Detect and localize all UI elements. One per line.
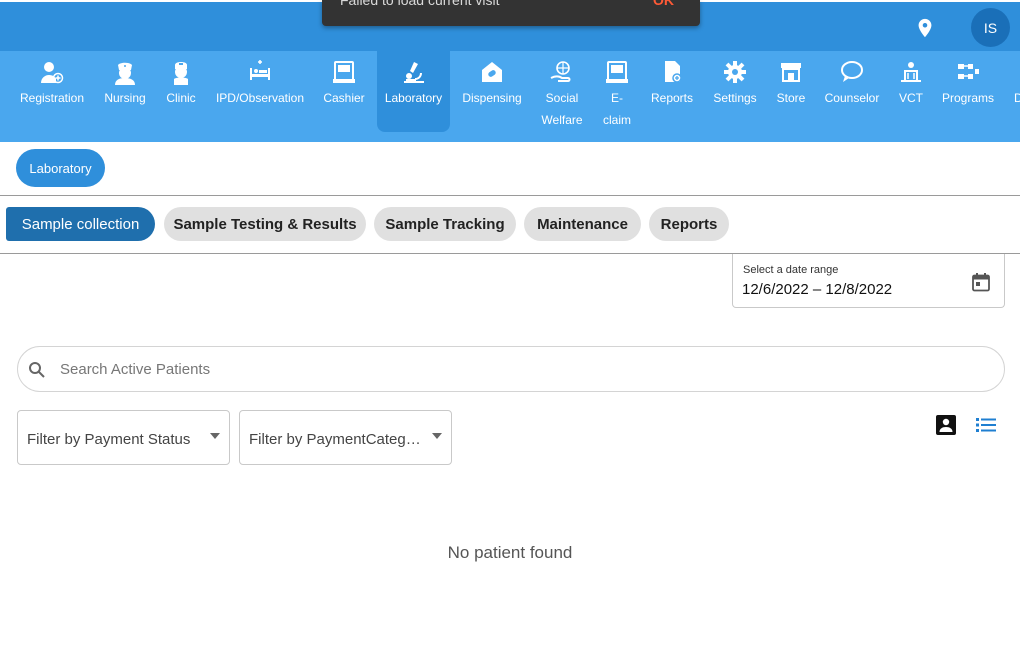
report-icon <box>665 61 682 83</box>
module-label: Dispensing <box>462 91 522 105</box>
module-label-line2: claim <box>602 113 631 127</box>
breadcrumb: Laboratory <box>0 142 1020 196</box>
module-cashier[interactable]: Cashier <box>318 51 370 132</box>
module-label: E- <box>611 91 623 105</box>
module-ipd-observation[interactable]: IPD/Observation <box>211 51 309 132</box>
date-range-picker[interactable]: Select a date range 12/6/2022 – 12/8/202… <box>732 254 1005 308</box>
cash-register-icon <box>333 61 355 83</box>
tab-sample-collection[interactable]: Sample collection <box>6 207 155 241</box>
gear-icon <box>724 61 746 83</box>
add-person-icon <box>41 62 64 84</box>
module-label: Cashier <box>323 91 365 105</box>
tab-reports[interactable]: Reports <box>649 207 729 241</box>
search-icon <box>29 362 45 378</box>
module-label: Clinic <box>166 91 196 105</box>
snackbar-ok-button[interactable]: OK <box>653 0 674 8</box>
module-label-line2: Welfare <box>541 113 583 127</box>
microscope-icon <box>403 62 424 83</box>
list-view-icon[interactable] <box>975 414 997 436</box>
filter-label: Filter by PaymentCatego… <box>249 431 429 448</box>
more-icon <box>1014 59 1020 85</box>
date-range-label: Select a date range <box>743 264 839 276</box>
empty-state-message: No patient found <box>447 543 573 562</box>
snackbar: Failed to load current visit OK <box>322 0 700 26</box>
module-laboratory[interactable]: Laboratory <box>377 51 450 132</box>
module-label: VCT <box>899 91 923 105</box>
hand-globe-icon <box>550 61 571 82</box>
payment-status-filter[interactable]: Filter by Payment Status <box>17 410 230 465</box>
module-nursing[interactable]: Nursing <box>99 51 151 132</box>
tab-sample-tracking[interactable]: Sample Tracking <box>374 207 516 241</box>
e-claim-icon <box>606 61 628 83</box>
user-avatar[interactable]: IS <box>971 8 1010 47</box>
module-label: Counselor <box>824 91 880 105</box>
tab-maintenance[interactable]: Maintenance <box>524 207 641 241</box>
location-pin-icon[interactable] <box>914 16 936 40</box>
module-label: Reports <box>650 91 694 105</box>
module-settings[interactable]: Settings <box>709 51 761 132</box>
nurse-icon <box>115 62 135 85</box>
vct-icon <box>901 62 921 82</box>
module-counselor[interactable]: Counselor <box>822 51 882 132</box>
module-label: Social <box>545 91 579 105</box>
filter-label: Filter by Payment Status <box>27 431 191 448</box>
module-label: IPD/Observation <box>215 91 305 105</box>
breadcrumb-laboratory[interactable]: Laboratory <box>16 149 105 187</box>
module-label: Programs <box>941 91 994 105</box>
module-store[interactable]: Store <box>772 51 810 132</box>
module-label: Settings <box>713 91 757 105</box>
search-input[interactable] <box>60 358 960 380</box>
module-label: Store <box>776 91 806 105</box>
module-nav: Registration Nursing Clinic IPD/Observat… <box>0 51 1020 142</box>
tab-sample-testing-results[interactable]: Sample Testing & Results <box>164 207 366 241</box>
pill-house-icon <box>482 62 502 82</box>
search-bar <box>17 346 1005 392</box>
programs-icon <box>958 64 979 79</box>
bed-icon <box>250 60 270 80</box>
dropdown-arrow-icon <box>432 433 442 439</box>
doctor-icon <box>174 62 188 85</box>
module-more[interactable]: D <box>1008 51 1020 132</box>
module-reports[interactable]: Reports <box>647 51 697 132</box>
snackbar-message: Failed to load current visit <box>340 0 500 8</box>
module-e-claim[interactable]: E- claim <box>598 51 636 132</box>
calendar-icon[interactable] <box>971 272 991 292</box>
chat-icon <box>841 61 863 82</box>
payment-category-filter[interactable]: Filter by PaymentCatego… <box>239 410 452 465</box>
module-dispensing[interactable]: Dispensing <box>458 51 526 132</box>
card-view-icon[interactable] <box>935 414 957 436</box>
module-programs[interactable]: Programs <box>938 51 998 132</box>
module-registration[interactable]: Registration <box>14 51 90 132</box>
module-vct[interactable]: VCT <box>895 51 927 132</box>
module-label: Nursing <box>104 91 146 105</box>
module-social-welfare[interactable]: Social Welfare <box>538 51 586 132</box>
date-range-value[interactable]: 12/6/2022 – 12/8/2022 <box>742 281 892 298</box>
module-label: Laboratory <box>384 91 443 105</box>
module-label: D <box>1014 91 1020 105</box>
lab-subtabs: Sample collection Sample Testing & Resul… <box>0 196 1020 254</box>
module-clinic[interactable]: Clinic <box>161 51 201 132</box>
dropdown-arrow-icon <box>210 433 220 439</box>
store-icon <box>781 63 801 82</box>
module-label: Registration <box>19 91 85 105</box>
